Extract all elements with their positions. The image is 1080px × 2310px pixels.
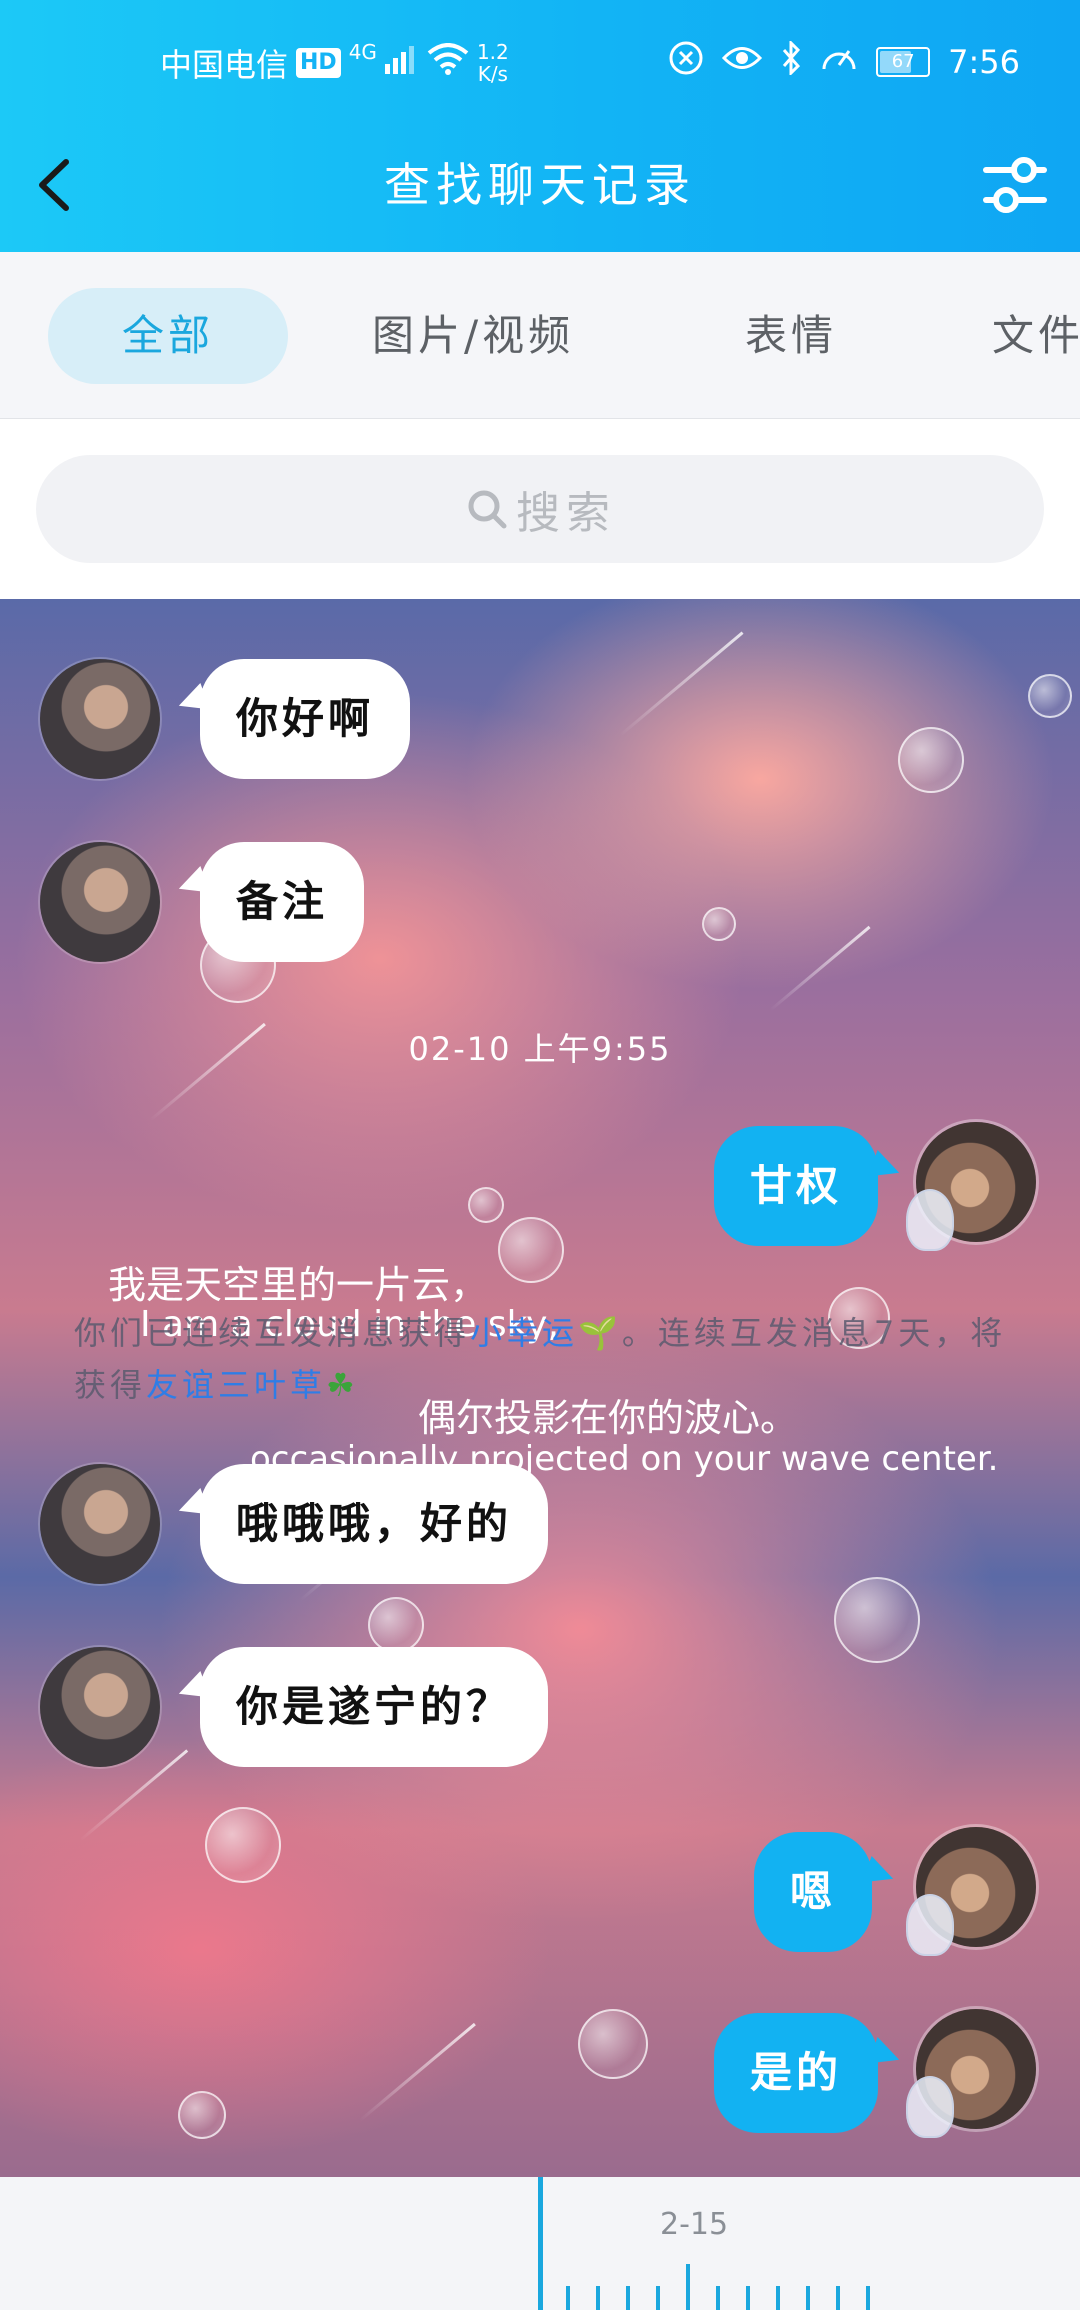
contact-avatar[interactable]: [40, 842, 160, 962]
notice-highlight[interactable]: 小幸运: [470, 1314, 578, 1352]
decor-bubble: [578, 2009, 648, 2079]
decor-streak: [619, 631, 744, 737]
decor-streak: [359, 2022, 476, 2122]
decor-bubble: [834, 1577, 920, 1663]
contact-avatar[interactable]: [40, 1647, 160, 1767]
timeline-tick: [686, 2264, 690, 2310]
search-placeholder: 搜索: [516, 488, 616, 539]
eye-icon: [722, 43, 763, 81]
timeline-date-label: 2-15: [660, 2207, 729, 2242]
sliders-icon: [983, 157, 1047, 213]
message-bubble[interactable]: 哦哦哦，好的: [200, 1464, 549, 1584]
timeline-tick: [776, 2286, 780, 2310]
page-title: 查找聊天记录: [384, 158, 696, 212]
timeline-tick: [806, 2286, 810, 2310]
penguin-badge-icon: [906, 2076, 954, 2138]
timeline-tick: [596, 2286, 600, 2310]
wallpaper-text-line: 我是天空里的一片云，: [108, 1263, 489, 1307]
status-left: 中国电信 HD 4G 1.2 K/s: [160, 40, 509, 86]
filter-button[interactable]: [980, 148, 1050, 222]
message-bubble[interactable]: 甘权: [714, 1126, 879, 1246]
message-bubble[interactable]: 你好啊: [200, 659, 411, 779]
network-label: 4G: [348, 40, 377, 64]
signal-icon: [384, 44, 419, 82]
decor-streak: [769, 925, 871, 1012]
timeline-tick: [836, 2286, 840, 2310]
message-bubble[interactable]: 备注: [200, 842, 365, 962]
timeline-tick: [746, 2286, 750, 2310]
notice-highlight[interactable]: 友谊三叶草: [146, 1366, 326, 1404]
decor-bubble: [1028, 674, 1072, 718]
nav-bar: 查找聊天记录: [0, 140, 1080, 230]
category-tabs: 全部 图片/视频 表情 文件: [0, 252, 1080, 419]
timeline-tick: [716, 2286, 720, 2310]
message-bubble[interactable]: 是的: [714, 2013, 879, 2133]
battery-level: 67: [891, 51, 915, 72]
timeline-cursor[interactable]: [538, 2177, 543, 2310]
carrier-label: 中国电信: [160, 46, 289, 84]
message-bubble[interactable]: 嗯: [754, 1832, 873, 1952]
decor-bubble: [368, 1597, 424, 1653]
tab-all[interactable]: 全部: [48, 288, 288, 384]
contact-avatar[interactable]: [40, 659, 160, 779]
clock: 7:56: [948, 43, 1020, 81]
timeline-tick: [626, 2286, 630, 2310]
search-section: 搜索: [0, 419, 1080, 599]
battery-icon: 67: [876, 47, 931, 77]
hd-badge: HD: [296, 48, 341, 78]
speed-value: 1.2: [476, 40, 509, 64]
app-header: 中国电信 HD 4G 1.2 K/s 67 7:56 查找聊天记录: [0, 0, 1080, 252]
timeline-tick: [866, 2286, 870, 2310]
notice-text: 你们已连续互发消息获得: [74, 1314, 471, 1352]
penguin-badge-icon: [906, 1189, 954, 1251]
bluetooth-icon: [780, 39, 802, 83]
nfc-icon: [668, 40, 704, 84]
search-input[interactable]: 搜索: [36, 455, 1044, 563]
decor-bubble: [898, 727, 964, 793]
timeline-tick: [656, 2286, 660, 2310]
tab-images-videos[interactable]: 图片/视频: [372, 288, 574, 384]
clover-icon: ☘: [326, 1366, 359, 1404]
decor-bubble: [702, 907, 736, 941]
tab-emoji[interactable]: 表情: [745, 288, 837, 384]
chat-history[interactable]: 你好啊 备注 02-10 上午9:55 甘权 我是天空里的一片云， I am a…: [0, 599, 1080, 2177]
streak-notice: 你们已连续互发消息获得小幸运🌱。连续互发消息7天，将获得友谊三叶草☘: [74, 1307, 1034, 1411]
status-bar: 中国电信 HD 4G 1.2 K/s 67 7:56: [0, 30, 1080, 100]
decor-bubble: [468, 1187, 504, 1223]
contact-avatar[interactable]: [40, 1464, 160, 1584]
message-timestamp: 02-10 上午9:55: [408, 1030, 672, 1068]
penguin-badge-icon: [906, 1894, 954, 1956]
wifi-icon: [427, 43, 469, 83]
network-speed: 1.2 K/s: [477, 41, 509, 85]
speedometer-icon: [820, 41, 858, 83]
speed-unit: K/s: [477, 62, 508, 86]
decor-bubble: [205, 1807, 281, 1883]
sprout-icon: 🌱: [578, 1314, 622, 1352]
decor-bubble: [178, 2091, 226, 2139]
search-icon: [468, 490, 507, 529]
status-right: 67 7:56: [668, 39, 1020, 84]
tab-files[interactable]: 文件: [992, 288, 1080, 384]
message-bubble[interactable]: 你是遂宁的？: [200, 1647, 549, 1767]
decor-bubble: [498, 1217, 564, 1283]
date-timeline[interactable]: 2-15: [0, 2177, 1080, 2310]
timeline-tick: [566, 2286, 570, 2310]
